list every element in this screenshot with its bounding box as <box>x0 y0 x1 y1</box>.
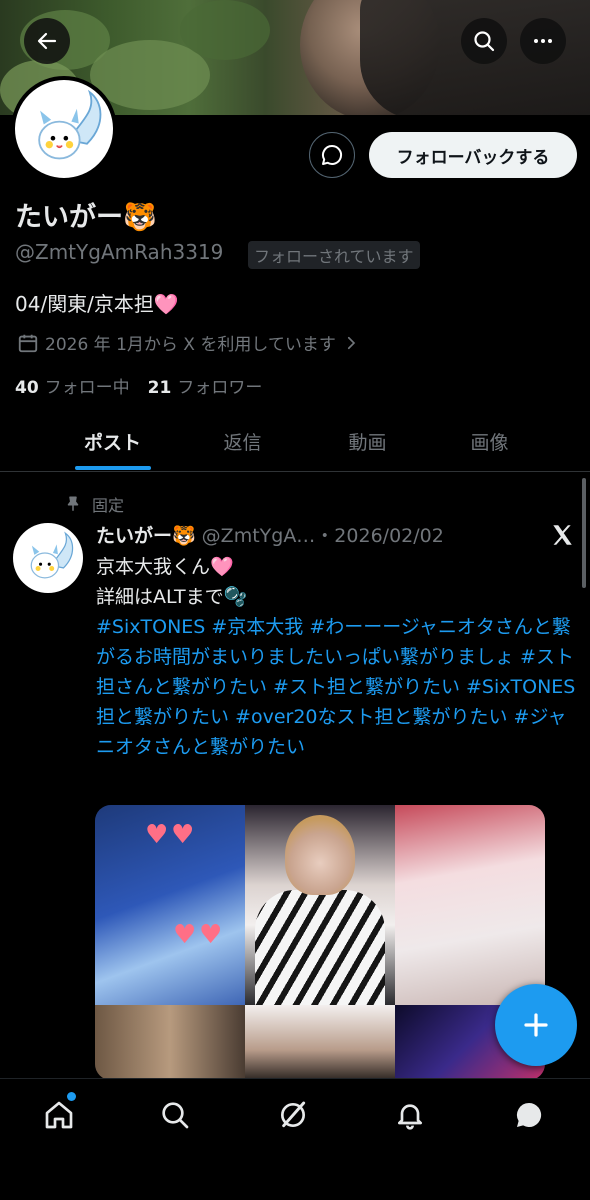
nav-home[interactable] <box>41 1097 77 1133</box>
pinned-label: 固定 <box>92 496 125 515</box>
more-button[interactable] <box>520 18 566 64</box>
followers-label: フォロワー <box>177 378 263 398</box>
home-icon <box>45 1101 73 1129</box>
post-media[interactable]: ♥ ♥ ♥ ♥ <box>95 805 545 1080</box>
calendar-icon <box>18 334 38 352</box>
following-count: 40 <box>15 378 39 398</box>
messages-icon <box>516 1102 542 1127</box>
media-tile-ticket: ♥ ♥ ♥ ♥ <box>95 805 245 1005</box>
tab-replies[interactable]: 返信 <box>185 410 300 472</box>
post-author-name[interactable]: たいがー🐯 <box>96 521 196 548</box>
nav-grok[interactable] <box>275 1097 311 1133</box>
media-tile-portrait <box>245 805 395 1005</box>
post-line-1: 京本大我くん🩷 <box>96 556 234 578</box>
pinned-indicator: 固定 <box>64 492 124 516</box>
bell-icon <box>398 1104 422 1130</box>
post-handle-time[interactable]: @ZmtYgA…・2026/02/02 <box>202 521 444 548</box>
pachirisu-avatar-image <box>30 531 74 579</box>
post-header: たいがー🐯 @ZmtYgA…・2026/02/02 <box>96 521 444 548</box>
display-name: たいがー🐯 <box>15 202 157 233</box>
message-icon <box>322 144 343 165</box>
follows-you-badge: フォローされています <box>248 241 420 269</box>
follow-stats: 40 フォロー中 21 フォロワー <box>15 373 262 398</box>
notification-dot <box>67 1092 76 1101</box>
post-line-2: 詳細はALTまで🫧 <box>96 586 248 608</box>
plus-icon <box>524 1013 548 1037</box>
tab-posts[interactable]: ポスト <box>55 410 170 472</box>
more-icon <box>534 39 552 43</box>
tab-images[interactable]: 画像 <box>432 410 547 472</box>
media-tile-photo <box>395 805 545 1005</box>
joined-date[interactable]: 2026 年 1月から X を利用しています <box>17 330 360 355</box>
active-tab-indicator <box>75 466 151 470</box>
x-logo-icon[interactable] <box>549 522 575 548</box>
chevron-right-icon <box>347 336 356 349</box>
post-author-avatar[interactable] <box>13 523 83 593</box>
grok-icon <box>281 1101 306 1128</box>
tab-videos[interactable]: 動画 <box>310 410 425 472</box>
compose-button[interactable] <box>495 984 577 1066</box>
pin-icon <box>67 496 79 511</box>
following-link[interactable]: 40 フォロー中 <box>15 373 130 398</box>
bottom-navigation <box>0 1078 590 1200</box>
search-icon <box>474 31 495 52</box>
user-handle: @ZmtYgAmRah3319 <box>15 240 224 264</box>
message-button[interactable] <box>309 132 355 178</box>
profile-tabs: ポスト 返信 動画 画像 <box>0 410 590 472</box>
profile-avatar[interactable] <box>11 76 117 182</box>
followers-count: 21 <box>147 378 172 398</box>
media-tile-face <box>245 1005 395 1080</box>
pachirisu-avatar-image <box>38 89 102 160</box>
post-hashtags[interactable]: #SixTONES #京本大我 #わーーージャニオタさんと繋がるお時間がまいりま… <box>96 612 576 762</box>
profile-bio: 04/関東/京本担🩷 <box>15 292 179 316</box>
nav-notifications[interactable] <box>392 1097 428 1133</box>
media-tile-cafe <box>95 1005 245 1080</box>
search-button[interactable] <box>461 18 507 64</box>
post-body: 京本大我くん🩷 詳細はALTまで🫧 #SixTONES #京本大我 #わーーージ… <box>96 552 576 762</box>
nav-search[interactable] <box>157 1097 193 1133</box>
joined-text: 2026 年 1月から X を利用しています <box>45 335 336 355</box>
following-label: フォロー中 <box>44 378 130 398</box>
back-button[interactable] <box>24 18 70 64</box>
nav-messages[interactable] <box>511 1097 547 1133</box>
scrollbar[interactable] <box>582 478 586 588</box>
follow-back-button[interactable]: フォローバックする <box>369 132 577 178</box>
followers-link[interactable]: 21 フォロワー <box>148 373 263 398</box>
arrow-left-icon <box>37 32 57 50</box>
search-icon <box>162 1102 189 1129</box>
